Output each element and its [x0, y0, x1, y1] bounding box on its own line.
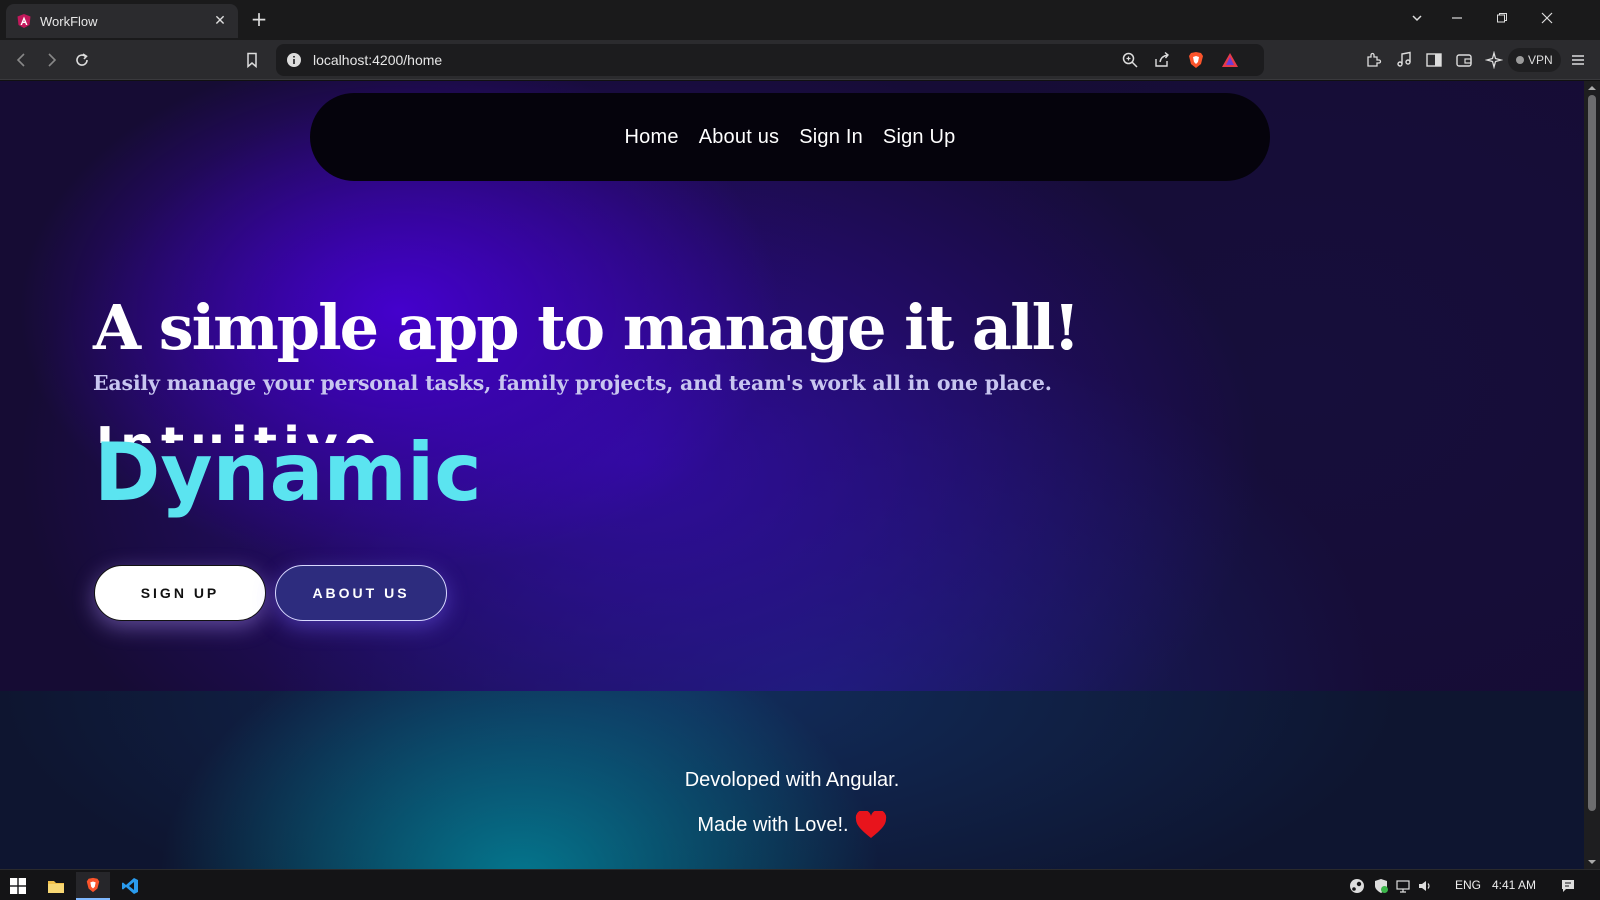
forward-icon[interactable] [39, 48, 63, 72]
network-tray-icon[interactable] [1392, 872, 1414, 900]
page-viewport: Home About us Sign In Sign Up A simple a… [0, 81, 1584, 869]
address-bar[interactable]: localhost:4200/home [276, 44, 1264, 76]
back-icon[interactable] [10, 48, 34, 72]
angular-favicon-icon [17, 14, 31, 28]
extensions-icon[interactable] [1362, 48, 1386, 72]
minimize-icon[interactable] [1442, 8, 1472, 32]
restore-icon[interactable] [1487, 8, 1517, 32]
steam-tray-icon[interactable] [1346, 872, 1368, 900]
footer-made-with-love: Made with Love!. [0, 811, 1584, 839]
notifications-icon[interactable] [1556, 872, 1580, 900]
tab-title: WorkFlow [40, 13, 98, 29]
bookmark-icon[interactable] [240, 48, 264, 72]
windows-start-icon[interactable] [1, 872, 35, 900]
page-scrollbar[interactable] [1584, 81, 1600, 869]
volume-tray-icon[interactable] [1414, 872, 1436, 900]
tab-close-icon[interactable]: ✕ [212, 13, 228, 29]
heart-icon [855, 811, 886, 838]
hero-title: A simple app to manage it all! [93, 291, 1080, 364]
hero-subtitle: Easily manage your personal tasks, famil… [93, 371, 1052, 395]
nav-sign-up[interactable]: Sign Up [883, 126, 956, 149]
new-tab-button[interactable]: + [248, 8, 270, 30]
windows-taskbar: ENG 4:41 AM [0, 869, 1600, 900]
vscode-icon[interactable] [113, 872, 147, 900]
footer-love-text: Made with Love!. [697, 813, 849, 836]
language-indicator[interactable]: ENG [1455, 878, 1481, 892]
scroll-up-icon[interactable] [1588, 84, 1596, 92]
brave-rewards-icon[interactable] [1220, 51, 1240, 69]
nav-about-us[interactable]: About us [699, 126, 780, 149]
nav-home[interactable]: Home [625, 126, 679, 149]
clock[interactable]: 4:41 AM [1492, 878, 1536, 892]
file-explorer-icon[interactable] [39, 872, 73, 900]
close-window-icon[interactable] [1532, 8, 1562, 32]
rotating-word-current: Dynamic [94, 426, 482, 519]
brave-shields-icon[interactable] [1186, 51, 1206, 69]
site-info-icon[interactable] [286, 52, 302, 68]
browser-tab-bar: WorkFlow ✕ + [0, 0, 1600, 40]
footer-developed-with: Devoloped with Angular. [684, 769, 900, 791]
browser-tab-workflow[interactable]: WorkFlow ✕ [6, 4, 238, 38]
sign-up-button[interactable]: SIGN UP [94, 565, 266, 621]
scrollbar-thumb[interactable] [1588, 95, 1596, 811]
reload-icon[interactable] [70, 48, 94, 72]
vpn-status-icon [1516, 56, 1524, 64]
share-icon[interactable] [1152, 51, 1172, 69]
media-icon[interactable] [1392, 48, 1416, 72]
brave-browser-taskbar-icon[interactable] [76, 872, 110, 900]
leo-ai-icon[interactable] [1482, 48, 1506, 72]
vpn-button[interactable]: VPN [1508, 48, 1561, 72]
wallet-icon[interactable] [1452, 48, 1476, 72]
about-us-button[interactable]: ABOUT US [275, 565, 447, 621]
security-tray-icon[interactable] [1370, 872, 1392, 900]
main-navbar: Home About us Sign In Sign Up [310, 93, 1270, 181]
menu-icon[interactable] [1566, 48, 1590, 72]
vpn-label: VPN [1528, 53, 1553, 67]
browser-toolbar: localhost:4200/home VPN [0, 40, 1600, 80]
zoom-icon[interactable] [1120, 51, 1140, 69]
url-text[interactable]: localhost:4200/home [313, 52, 442, 68]
scroll-down-icon[interactable] [1588, 858, 1596, 866]
sidebar-icon[interactable] [1422, 48, 1446, 72]
nav-sign-in[interactable]: Sign In [799, 126, 863, 149]
tab-list-chevron-icon[interactable] [1402, 8, 1432, 32]
